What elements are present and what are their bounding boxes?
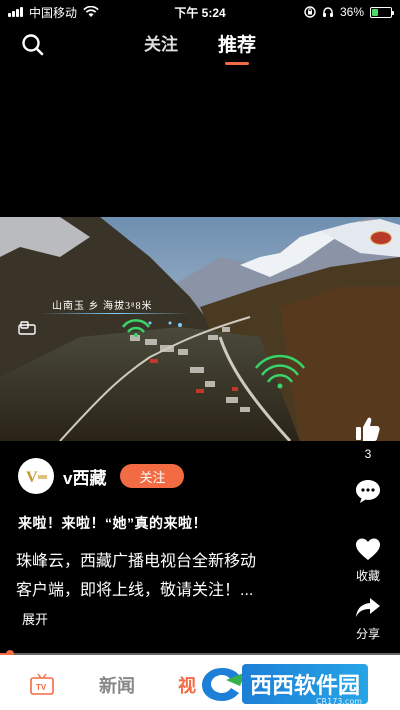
share-label: 分享 — [355, 627, 380, 641]
site-watermark: 西西软件园 CR173.com — [196, 662, 396, 706]
expand-link[interactable]: 展开 — [22, 612, 48, 627]
status-bar: 中国移动 下午 5:24 36% — [0, 0, 400, 24]
wifi-icon — [83, 6, 99, 17]
bottom-tab-bar: TV 新闻 视听 西西软件园CR173.com — [0, 655, 400, 710]
favorite-button[interactable]: 收藏 — [348, 535, 388, 584]
carrier-label: 中国移动 — [29, 5, 78, 20]
clock: 下午 5:24 — [174, 5, 226, 20]
lock-rotation-icon — [304, 6, 316, 18]
channel-logo — [370, 231, 392, 245]
battery-icon — [370, 6, 394, 18]
tv-icon: TV — [30, 673, 54, 695]
tab-news[interactable]: 新闻 — [99, 672, 135, 698]
post-description-text: 珠峰云，西藏广播电视台全新移动客户端，即将上线，敬请关注！... — [16, 553, 257, 599]
headphones-icon — [322, 7, 333, 17]
channel-avatar-logo: V — [26, 469, 47, 485]
author-name[interactable]: v西藏 — [63, 464, 106, 489]
watermark-logo — [202, 668, 246, 701]
watermark-sub: CR173.com — [315, 697, 363, 706]
signal-icon — [8, 7, 23, 17]
tab-tv[interactable]: TV — [29, 673, 55, 702]
tv-icon-text: TV — [36, 683, 47, 692]
like-button[interactable]: 3 — [348, 415, 388, 461]
watermark-title: 西西软件园 — [250, 674, 361, 699]
share-icon — [356, 598, 380, 617]
comment-button[interactable] — [348, 477, 388, 505]
avatar[interactable]: V — [18, 458, 54, 494]
top-nav: 关注 推荐 — [0, 24, 400, 64]
video-player[interactable]: 山南玉 乡 海拔3⁸8米 — [0, 217, 400, 441]
picture-in-picture-icon[interactable] — [18, 321, 36, 335]
battery-percent: 36% — [339, 5, 364, 19]
tab-recommended[interactable]: 推荐 — [218, 30, 256, 65]
follow-button[interactable]: 关注 — [120, 464, 185, 488]
caption-underline — [40, 313, 190, 314]
favorite-label: 收藏 — [355, 569, 380, 583]
avatar-letter: V — [26, 469, 38, 485]
video-caption: 山南玉 乡 海拔3⁸8米 — [52, 301, 153, 312]
thumbs-up-icon — [356, 417, 380, 441]
comment-icon — [356, 480, 380, 503]
tab-following[interactable]: 关注 — [144, 30, 178, 65]
author-row: V v西藏 关注 — [18, 458, 185, 494]
like-count: 3 — [364, 447, 372, 461]
video-frame — [0, 217, 400, 441]
heart-icon — [356, 538, 380, 560]
watermark-text: 西西软件园 CR173.com — [242, 664, 369, 706]
share-button[interactable]: 分享 — [348, 595, 388, 642]
post-description: 珠峰云，西藏广播电视台全新移动客户端，即将上线，敬请关注！... 展开 — [16, 547, 261, 634]
post-title: 来啦！来啦！“她”真的来啦！ — [18, 515, 207, 531]
